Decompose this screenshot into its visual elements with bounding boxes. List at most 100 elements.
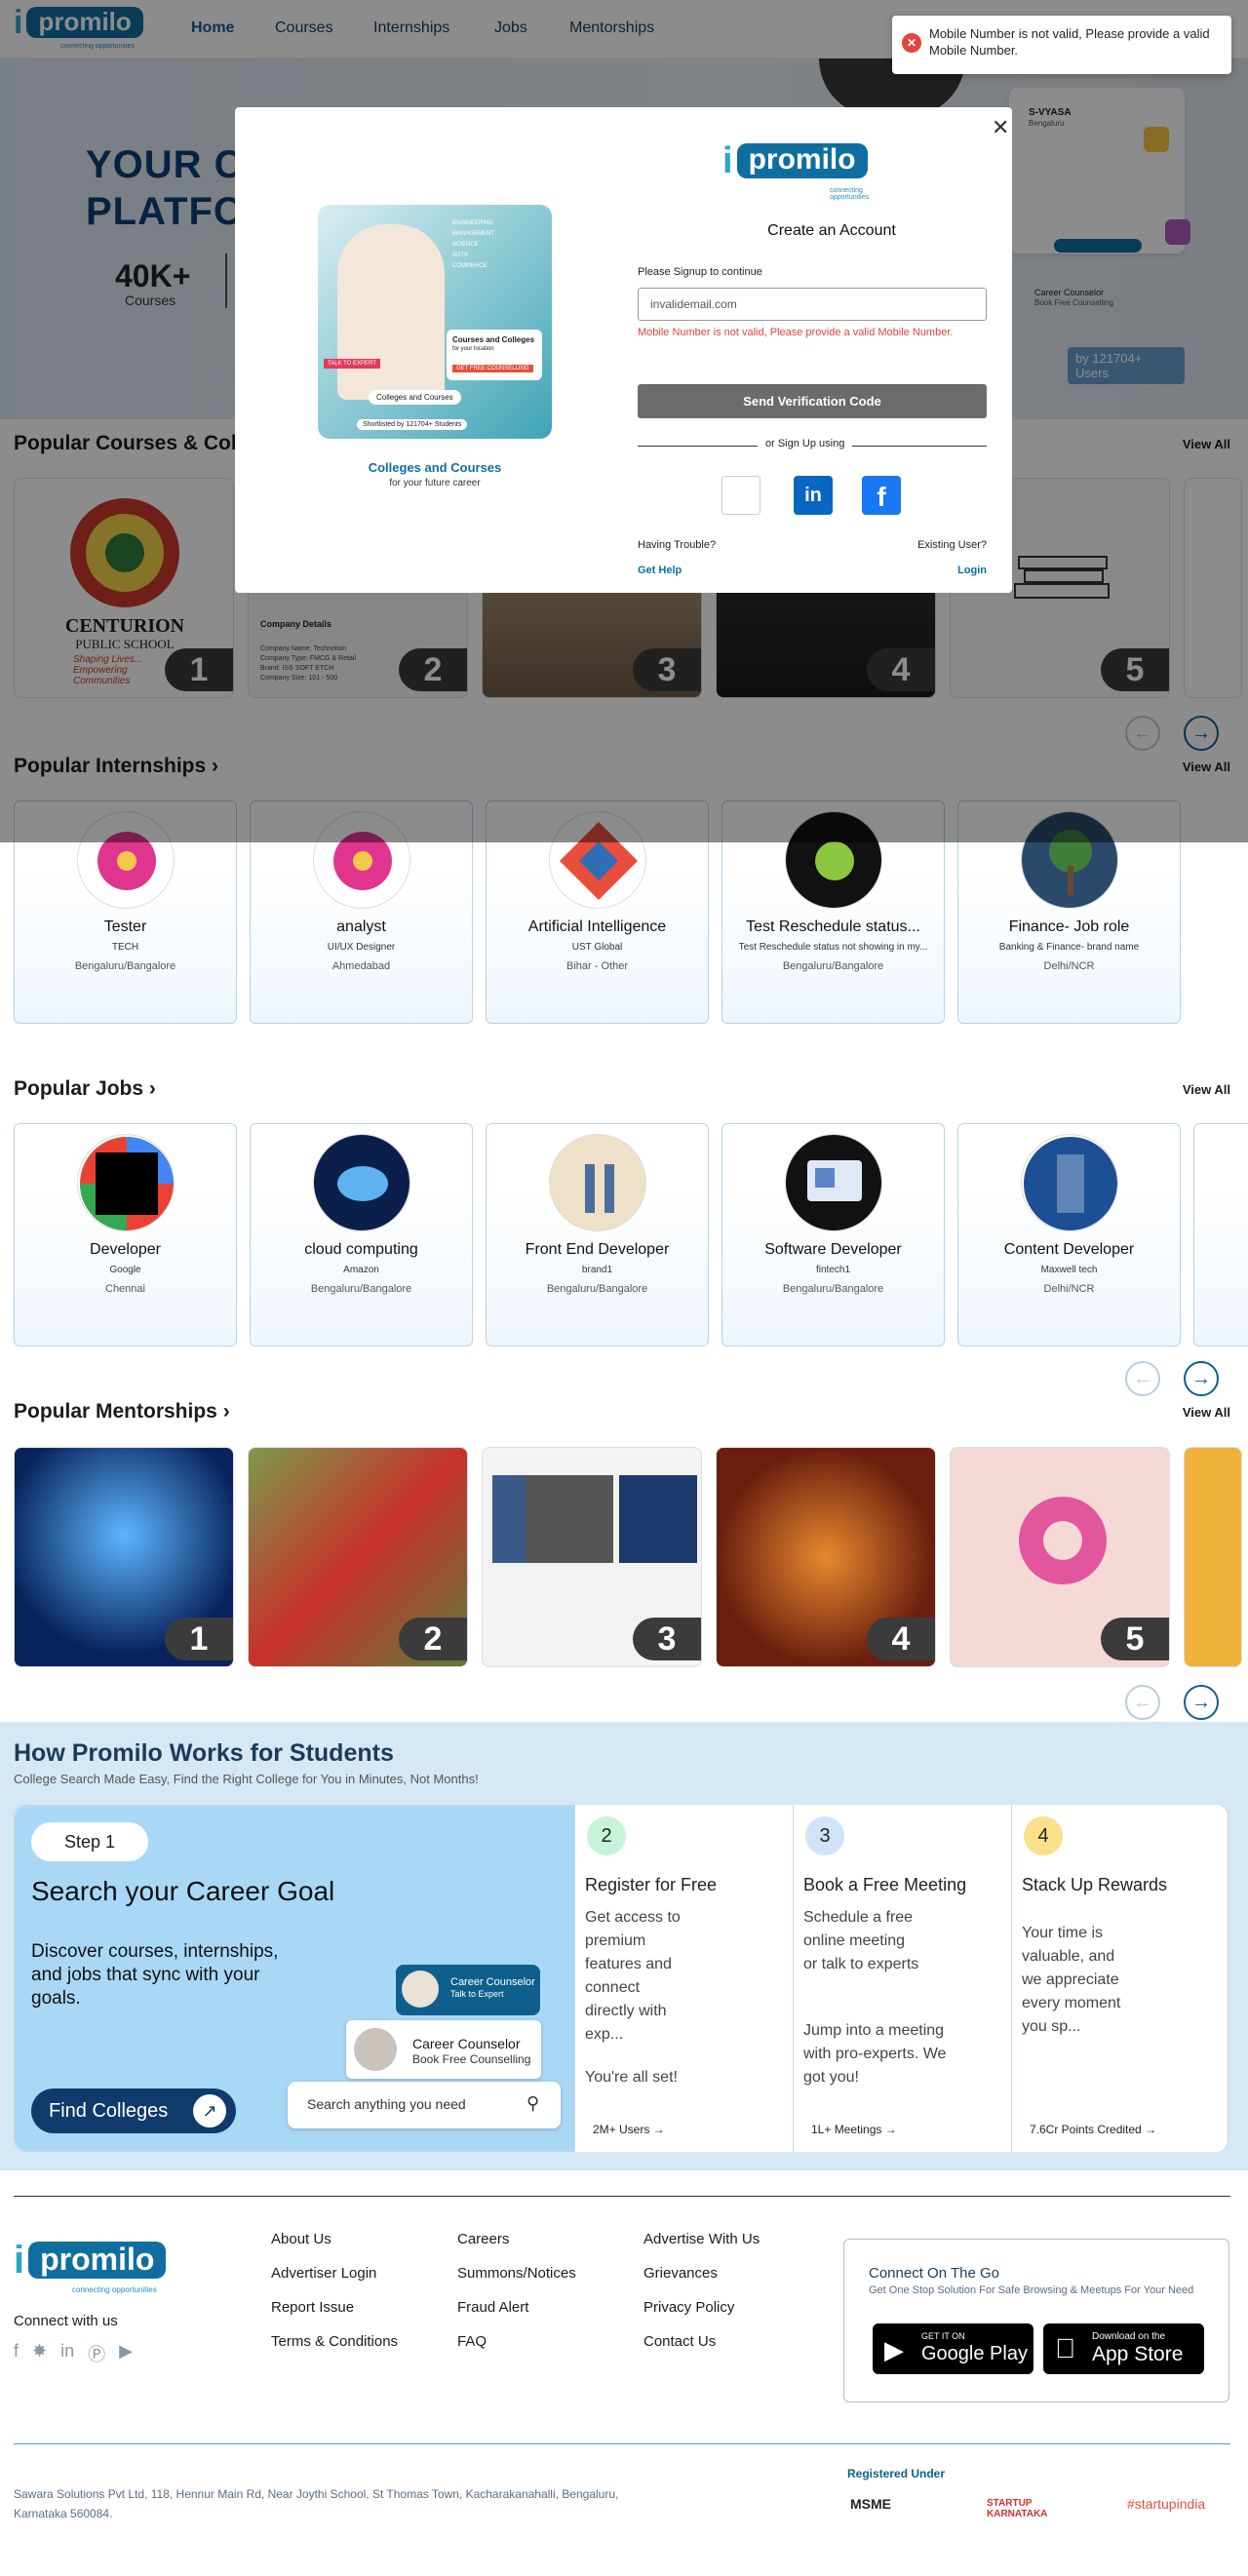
app-box-sub: Get One Stop Solution For Safe Browsing … (869, 2284, 1194, 2296)
msme-logo: MSME (850, 2496, 891, 2512)
promo-tag: MANAGEMENT (452, 231, 495, 237)
mentorships-prev-arrow-icon[interactable]: ← (1125, 1685, 1160, 1720)
footer-logo[interactable]: i promilo connecting opportunities (14, 2241, 167, 2294)
footer-link-about[interactable]: About Us (271, 2231, 332, 2247)
mentorship-card-4[interactable]: 4 (716, 1447, 936, 1667)
job-title: Content Developer (1003, 1241, 1135, 1258)
promo-sub: for your future career (389, 478, 481, 488)
signup-error: Mobile Number is not valid, Please provi… (638, 327, 954, 338)
promo-card: Courses and Colleges for your location G… (447, 330, 542, 380)
jobs-section-title[interactable]: Popular Jobs › (14, 1077, 156, 1101)
job-card-2[interactable]: cloud computing Amazon Bengaluru/Bangalo… (250, 1123, 473, 1347)
internship-org: Test Reschedule status not showing in my… (738, 942, 928, 953)
job-logo-google-icon (76, 1134, 175, 1231)
trouble-label: Having Trouble? (638, 539, 717, 551)
counselor-card-2[interactable]: Career Counselor Book Free Counselling (346, 2020, 541, 2079)
step1-panel: Step 1 Search your Career Goal Discover … (15, 1806, 574, 2151)
job-card-3[interactable]: Front End Developer brand1 Bengaluru/Ban… (486, 1123, 709, 1347)
mentorships-view-all[interactable]: View All (1183, 1405, 1230, 1420)
footer-link-contact[interactable]: Contact Us (644, 2333, 716, 2350)
registered-under: Registered Under (847, 2467, 946, 2480)
promo-tag: SCIENCE (452, 242, 479, 248)
mentorships-section-title[interactable]: Popular Mentorships › (14, 1400, 230, 1424)
job-card-1[interactable]: Developer Google Chennai (14, 1123, 237, 1347)
modal-heading: Create an Account (767, 222, 896, 239)
find-colleges-button[interactable]: Find Colleges ↗ (31, 2088, 236, 2133)
footer-link-advertise[interactable]: Advertise With Us (644, 2231, 760, 2247)
job-card-4[interactable]: Software Developer fintech1 Bengaluru/Ba… (722, 1123, 945, 1347)
mentorship-card-3[interactable]: 3 (482, 1447, 702, 1667)
google-signup-icon[interactable] (722, 476, 760, 515)
promo-tags: ENGINEERING MANAGEMENT SCIENCE ARTS COMM… (452, 218, 540, 272)
twitter-icon[interactable]: ✸ (32, 2341, 47, 2366)
jobs-next-arrow-icon[interactable]: → (1184, 1361, 1219, 1396)
job-card-6-partial[interactable] (1193, 1123, 1248, 1347)
job-org: brand1 (581, 1265, 613, 1275)
job-location: Bengaluru/Bangalore (782, 1283, 884, 1295)
footer-link-advertiser-login[interactable]: Advertiser Login (271, 2265, 376, 2282)
jobs-view-all[interactable]: View All (1183, 1082, 1230, 1097)
get-help-link[interactable]: Get Help (638, 565, 682, 576)
job-card-5[interactable]: Content Developer Maxwell tech Delhi/NCR (957, 1123, 1181, 1347)
facebook-icon[interactable]: f (14, 2341, 19, 2366)
footer-link-privacy[interactable]: Privacy Policy (644, 2299, 734, 2316)
google-play-button[interactable]: ▶ GET IT ON Google Play (873, 2323, 1034, 2374)
promo-card-sub: for your location (452, 346, 494, 352)
footer-link-fraud-alert[interactable]: Fraud Alert (457, 2299, 528, 2316)
footer-link-careers[interactable]: Careers (457, 2231, 509, 2247)
youtube-icon[interactable]: ▶ (119, 2341, 133, 2366)
step2-card[interactable]: 2 Register for Free Get access to premiu… (574, 1805, 793, 2152)
step4-number: 4 (1024, 1816, 1063, 1855)
arrow-up-right-icon: ↗ (193, 2094, 226, 2127)
company-address: Sawara Solutions Pvt Ltd, 118, Hennur Ma… (14, 2487, 619, 2520)
footer-link-grievances[interactable]: Grievances (644, 2265, 718, 2282)
linkedin-signup-icon[interactable]: in (794, 476, 833, 515)
job-org: Amazon (343, 1265, 379, 1275)
mentorship-card-5[interactable]: 5 (950, 1447, 1170, 1667)
jobs-prev-arrow-icon[interactable]: ← (1125, 1361, 1160, 1396)
counselor-card[interactable]: Career Counselor Talk to Expert (396, 1965, 540, 2015)
mentorships-next-arrow-icon[interactable]: → (1184, 1685, 1219, 1720)
mentorship-rank-4: 4 (867, 1618, 935, 1660)
facebook-signup-icon[interactable]: f (862, 476, 901, 515)
close-icon[interactable]: ✕ (992, 117, 1009, 138)
mentorship-card-2[interactable]: 2 (248, 1447, 468, 1667)
footer-link-terms[interactable]: Terms & Conditions (271, 2333, 398, 2350)
step3-foot-text: 1L+ Meetings (811, 2123, 882, 2136)
mentorships-title-text: Popular Mentorships (14, 1400, 217, 1423)
signup-input[interactable] (638, 288, 987, 321)
job-logo-screen-icon (784, 1134, 882, 1231)
job-org: Maxwell tech (1040, 1265, 1098, 1275)
mentorship-card-6-partial[interactable] (1184, 1447, 1242, 1667)
footer-link-faq[interactable]: FAQ (457, 2333, 487, 2350)
step4-card[interactable]: 4 Stack Up Rewards Your time is valuable… (1011, 1805, 1228, 2152)
step3-card[interactable]: 3 Book a Free Meeting Schedule a free on… (793, 1805, 1011, 2152)
step3-footer[interactable]: 1L+ Meetings → (811, 2123, 897, 2136)
mentorship-rank-5: 5 (1101, 1618, 1169, 1660)
footer-link-summons[interactable]: Summons/Notices (457, 2265, 576, 2282)
job-org: fintech1 (815, 1265, 851, 1275)
internship-title: Artificial Intelligence (527, 918, 667, 935)
step4-footer[interactable]: 7.6Cr Points Credited → (1030, 2123, 1156, 2136)
app-store-button[interactable]:  Download on the App Store (1043, 2323, 1204, 2374)
promo-tag: ARTS (452, 253, 468, 258)
internship-location: Ahmedabad (332, 960, 391, 972)
internship-org: TECH (111, 942, 139, 953)
send-verification-button[interactable]: Send Verification Code (638, 384, 987, 418)
connect-with-us: Connect with us (14, 2313, 118, 2329)
counselor2-avatar (354, 2028, 397, 2071)
step4-foot-text: 7.6Cr Points Credited (1030, 2123, 1142, 2136)
promo-caption: Colleges and Courses (368, 460, 502, 475)
how-search-box[interactable]: Search anything you need ⚲ (288, 2082, 561, 2128)
step3-title: Book a Free Meeting (803, 1875, 967, 1894)
counselor2-sub: Book Free Counselling (412, 2052, 531, 2066)
footer-link-report-issue[interactable]: Report Issue (271, 2299, 354, 2316)
login-link[interactable]: Login (957, 565, 987, 576)
step2-footer[interactable]: 2M+ Users → (593, 2123, 665, 2136)
job-location: Bengaluru/Bangalore (310, 1283, 412, 1295)
linkedin-icon[interactable]: in (60, 2341, 74, 2366)
step4-desc: Your time is valuable, and we appreciate… (1022, 1925, 1121, 2035)
mentorship-card-1[interactable]: 1 (14, 1447, 234, 1667)
pinterest-icon[interactable]: Ⓟ (88, 2341, 105, 2366)
logo-tagline: connecting opportunities (830, 187, 870, 201)
